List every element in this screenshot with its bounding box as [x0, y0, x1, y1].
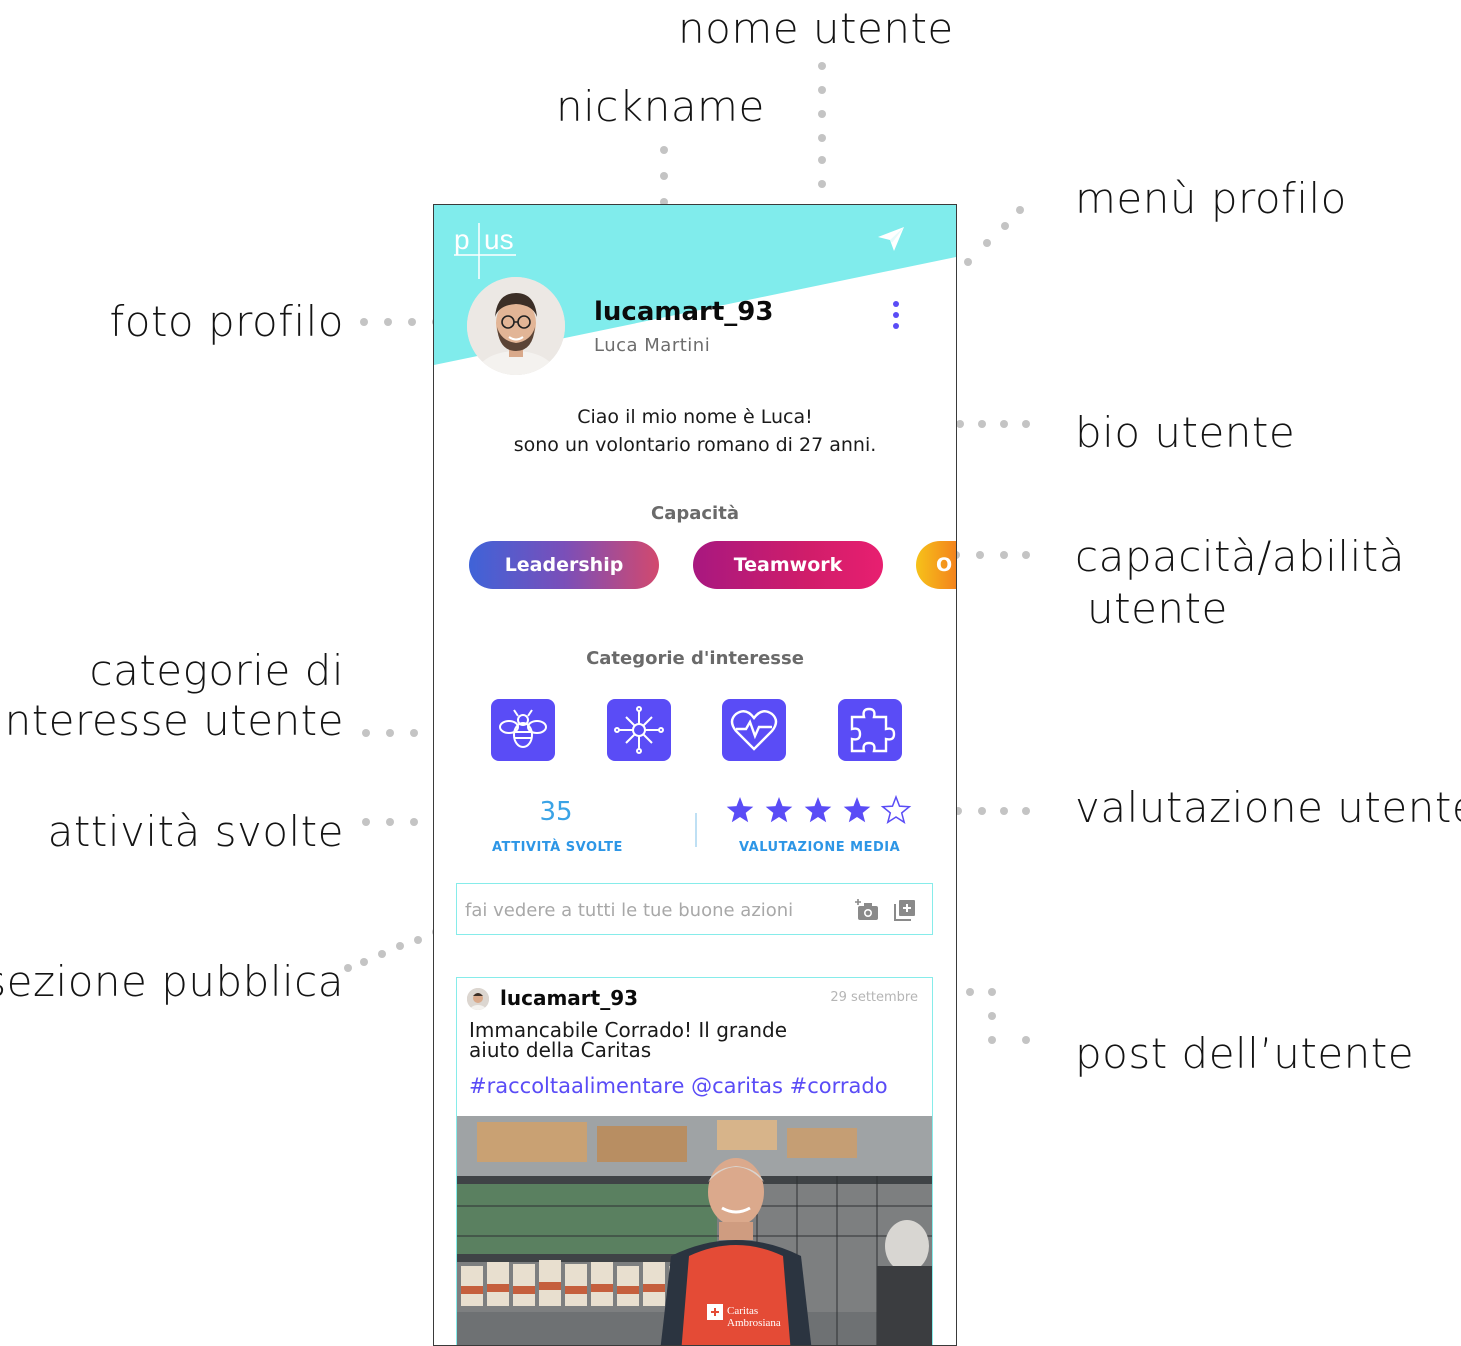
annotation-sezione-pubblica: sezione pubblica [0, 957, 344, 1006]
interests-title: Categorie d'interesse [586, 648, 804, 669]
post-username[interactable]: lucamart_93 [500, 986, 638, 1010]
annotation-capacita-line2: utente [1087, 584, 1228, 633]
profile-bio: Ciao il mio nome è Luca! sono un volonta… [434, 403, 956, 459]
activities-label: ATTIVITÀ SVOLTE [492, 840, 623, 855]
rating-label: VALUTAZIONE MEDIA [739, 840, 901, 855]
post-text-line-1: Immancabile Corrado! Il grande [469, 1018, 788, 1042]
annotation-nickname: nickname [556, 82, 765, 131]
post-date: 29 settembre [830, 990, 918, 1005]
skill-pill-leadership[interactable]: Leadership [469, 541, 659, 589]
annotation-categorie-line2: interesse utente [0, 696, 344, 745]
photo-apron-text-1: Caritas [727, 1305, 758, 1317]
star-filled-icon [843, 797, 871, 823]
star-empty-icon [880, 794, 912, 824]
plus-logo[interactable]: p us [452, 217, 522, 281]
annotation-nome-utente: nome utente [678, 4, 954, 53]
svg-text:p: p [454, 224, 470, 255]
post-hashtags[interactable]: #raccoltaalimentare @caritas #corrado [469, 1074, 888, 1098]
annotation-post-utente: post dell’utente [1075, 1029, 1415, 1078]
add-photo-camera-icon[interactable] [855, 898, 881, 922]
post-avatar[interactable] [467, 988, 489, 1010]
svg-text:us: us [484, 224, 514, 255]
star-filled-icon [726, 797, 754, 823]
annotation-valutazione-utente: valutazione utente [1075, 783, 1461, 832]
profile-full-name: Luca Martini [594, 335, 711, 356]
public-post-composer[interactable]: fai vedere a tutti le tue buone azioni [456, 883, 933, 935]
category-puzzle-icon[interactable] [838, 699, 902, 761]
phone-screen: p us lucamart_93 Luca Martini Ciao il mi… [433, 204, 957, 1346]
star-filled-icon [765, 797, 793, 823]
post-text: Immancabile Corrado! Il grande aiuto del… [469, 1020, 849, 1060]
post-text-line-2: aiuto della Caritas [469, 1038, 652, 1062]
annotation-categorie-line1: categorie di [89, 646, 344, 695]
category-splash-icon[interactable] [607, 699, 671, 761]
user-post[interactable]: lucamart_93 29 settembre Immancabile Cor… [456, 977, 933, 1346]
photo-apron-text-2: Ambrosiana [727, 1317, 781, 1329]
skill-pill-teamwork[interactable]: Teamwork [693, 541, 883, 589]
stats-divider [695, 813, 697, 847]
bio-line-1: Ciao il mio nome è Luca! [577, 406, 813, 428]
activities-count: 35 [539, 797, 573, 827]
send-icon[interactable] [874, 221, 908, 255]
annotation-bio-utente: bio utente [1075, 408, 1296, 457]
skill-pill-partial-label: O [936, 554, 953, 576]
skills-title: Capacità [651, 503, 739, 524]
profile-username: lucamart_93 [594, 297, 774, 327]
annotation-capacita-line1: capacità/abilità [1075, 532, 1405, 581]
annotation-menu-profilo: menù profilo [1075, 174, 1347, 223]
profile-menu-icon[interactable] [888, 299, 904, 333]
composer-input[interactable]: fai vedere a tutti le tue buone azioni [465, 900, 793, 921]
add-gallery-icon[interactable] [893, 898, 917, 922]
category-heart-pulse-icon[interactable] [722, 699, 786, 761]
post-photo[interactable]: Caritas Ambrosiana [457, 1116, 933, 1346]
annotation-attivita-svolte: attività svolte [47, 807, 344, 856]
rating-stars [726, 794, 912, 824]
star-filled-icon [804, 797, 832, 823]
annotation-foto-profilo: foto profilo [109, 297, 344, 346]
category-bee-icon[interactable] [491, 699, 555, 761]
profile-photo[interactable] [467, 277, 565, 375]
skill-pill-partial[interactable]: O [916, 541, 956, 589]
bio-line-2: sono un volontario romano di 27 anni. [513, 434, 877, 456]
